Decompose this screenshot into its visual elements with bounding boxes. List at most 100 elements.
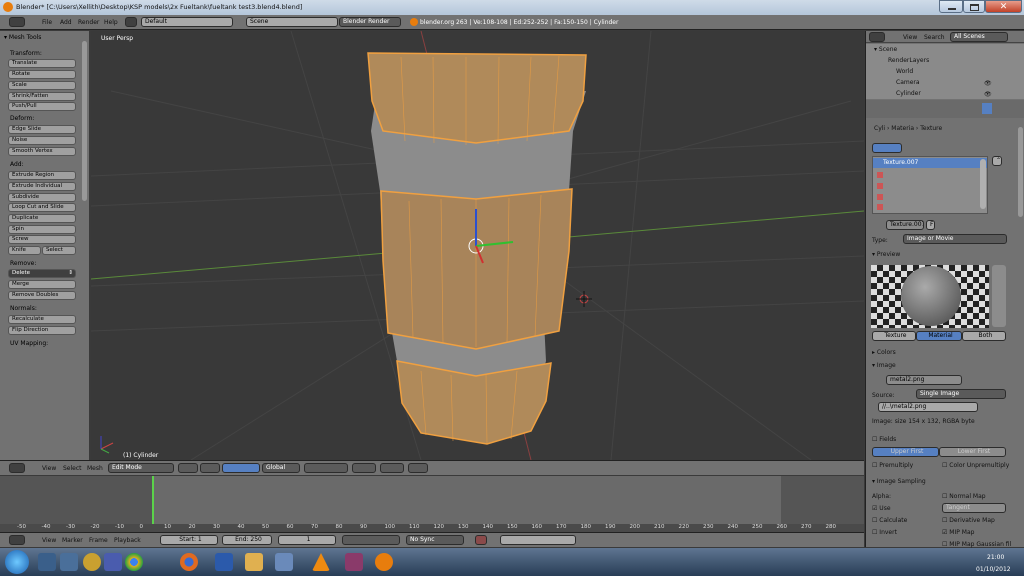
end-frame-field[interactable]: End: 250 <box>222 535 272 545</box>
image-name-field[interactable]: metal2.png <box>886 375 962 385</box>
source-select[interactable]: Single Image <box>916 389 1006 399</box>
explorer-icon[interactable] <box>38 553 56 571</box>
fake-user-button[interactable]: F <box>926 220 935 230</box>
recalculate-button[interactable]: Recalculate <box>8 315 76 324</box>
preview-panel-header[interactable]: ▾ Preview <box>872 251 900 258</box>
remove-doubles-button[interactable]: Remove Doubles <box>8 291 76 300</box>
outliner-scene[interactable]: ▾ Scene <box>874 46 897 53</box>
tl-menu-view[interactable]: View <box>42 537 56 544</box>
spin-button[interactable]: Spin <box>8 225 76 234</box>
texture-slot-active[interactable]: Texture.007 <box>873 158 987 168</box>
preview-both-tab[interactable]: Both <box>962 331 1006 341</box>
vp-menu-view[interactable]: View <box>42 465 56 472</box>
image-panel-header[interactable]: ▾ Image <box>872 362 896 369</box>
mip-map-checkbox[interactable]: ☑ MIP Map <box>942 529 974 536</box>
preview-type-buttons[interactable] <box>992 265 1006 327</box>
slot-list-scrollbar[interactable] <box>980 159 986 209</box>
translate-button[interactable]: Translate <box>8 59 76 68</box>
editor-type-button[interactable] <box>9 17 25 27</box>
premultiply-checkbox[interactable]: ☐ Premultiply <box>872 462 913 469</box>
preview-material-tab[interactable]: Material <box>916 331 962 341</box>
snap-toggle[interactable] <box>380 463 404 473</box>
outliner-editor-type[interactable] <box>869 32 885 42</box>
outliner-filter-select[interactable]: All Scenes <box>950 32 1008 42</box>
tangent-select[interactable]: Tangent <box>942 503 1006 513</box>
invert-checkbox[interactable]: ☐ Invert <box>872 529 897 536</box>
viewport-editor-type[interactable] <box>9 463 25 473</box>
3d-viewport[interactable]: User Persp (1) Cylinder <box>91 31 864 460</box>
screw-button[interactable]: Screw <box>8 235 76 244</box>
smooth-vertex-button[interactable]: Smooth Vertex <box>8 147 76 156</box>
pivot-select[interactable] <box>200 463 220 473</box>
fields-checkbox[interactable]: ☐ Fields <box>872 436 896 443</box>
properties-scrollbar[interactable] <box>1018 127 1023 217</box>
push-pull-button[interactable]: Push/Pull <box>8 102 76 111</box>
clock-date[interactable]: 01/10/2012 <box>976 566 1011 573</box>
edge-slide-button[interactable]: Edge Slide <box>8 125 76 134</box>
shading-select[interactable] <box>178 463 198 473</box>
emoticon-icon[interactable] <box>83 553 101 571</box>
explorer-icon[interactable] <box>275 553 293 571</box>
render-buttons[interactable] <box>408 463 428 473</box>
vp-menu-mesh[interactable]: Mesh <box>87 465 103 472</box>
menu-help[interactable]: Help <box>104 19 118 26</box>
derivative-map-checkbox[interactable]: ☐ Derivative Map <box>942 517 995 524</box>
start-button[interactable] <box>5 550 29 574</box>
calculate-checkbox[interactable]: ☐ Calculate <box>872 517 907 524</box>
orientation-select[interactable]: Global <box>262 463 300 473</box>
knife-button[interactable]: Knife <box>8 246 41 255</box>
crumb-material[interactable]: Materia <box>891 125 914 132</box>
winrar-icon[interactable] <box>345 553 363 571</box>
subdivide-button[interactable]: Subdivide <box>8 193 76 202</box>
minimize-button[interactable] <box>939 0 963 13</box>
rotate-button[interactable]: Rotate <box>8 70 76 79</box>
lower-first-button[interactable]: Lower First <box>939 447 1006 457</box>
colors-panel-header[interactable]: ▸ Colors <box>872 349 896 356</box>
menu-file[interactable]: File <box>42 19 52 26</box>
texture-slot-list[interactable]: Texture.007 <box>872 156 988 214</box>
media-icon[interactable] <box>60 553 78 571</box>
texture-context-buttons[interactable] <box>872 143 902 153</box>
properties-tabs[interactable] <box>866 100 1024 118</box>
slot-add-button[interactable]: ⌃ <box>992 156 1002 166</box>
outliner-camera[interactable]: Camera <box>896 79 920 86</box>
duplicate-button[interactable]: Duplicate <box>8 214 76 223</box>
keying-set-select[interactable] <box>500 535 576 545</box>
shrink-fatten-button[interactable]: Shrink/Fatten <box>8 92 76 101</box>
crumb-object[interactable]: Cyli <box>874 125 885 132</box>
outliner-menu-view[interactable]: View <box>903 34 917 41</box>
preview-texture-tab[interactable]: Texture <box>872 331 916 341</box>
close-button[interactable]: ✕ <box>985 0 1022 13</box>
outliner-cylinder[interactable]: Cylinder <box>896 90 921 97</box>
loop-cut-button[interactable]: Loop Cut and Slide <box>8 203 76 212</box>
start-frame-field[interactable]: Start: 1 <box>160 535 218 545</box>
upper-first-button[interactable]: Upper First <box>872 447 939 457</box>
menu-render[interactable]: Render <box>78 19 99 26</box>
delete-menu-button[interactable]: Delete ⇕ <box>8 269 76 278</box>
knife-select-button[interactable]: Select <box>42 246 76 255</box>
eye-icon[interactable]: 👁 <box>984 80 992 87</box>
merge-button[interactable]: Merge <box>8 280 76 289</box>
tl-menu-marker[interactable]: Marker <box>62 537 83 544</box>
blender-taskbar-icon[interactable] <box>375 553 393 571</box>
vp-menu-select[interactable]: Select <box>63 465 82 472</box>
menu-add[interactable]: Add <box>60 19 72 26</box>
playback-controls[interactable] <box>342 535 400 545</box>
scene-select[interactable]: Scene <box>246 17 338 27</box>
outliner-world[interactable]: World <box>896 68 913 75</box>
3d-cursor[interactable] <box>576 291 592 307</box>
word-icon[interactable] <box>215 553 233 571</box>
image-sampling-header[interactable]: ▾ Image Sampling <box>872 478 926 485</box>
manipulator-toggle[interactable] <box>222 463 260 473</box>
clock-time[interactable]: 21:00 <box>987 554 1004 561</box>
use-alpha-checkbox[interactable]: ☑ Use <box>872 505 891 512</box>
timeline-editor-type[interactable] <box>9 535 25 545</box>
eye-icon[interactable]: 👁 <box>984 91 992 98</box>
render-engine-select[interactable]: Blender Render <box>339 17 401 27</box>
type-select[interactable]: Image or Movie <box>903 234 1007 244</box>
maximize-button[interactable] <box>963 0 985 13</box>
mip-gauss-checkbox[interactable]: ☐ MIP Map Gaussian fil <box>942 541 1011 548</box>
shelf-scrollbar[interactable] <box>82 41 87 201</box>
image-path-field[interactable]: //..\metal2.png <box>878 402 978 412</box>
firefox-icon[interactable] <box>180 553 198 571</box>
